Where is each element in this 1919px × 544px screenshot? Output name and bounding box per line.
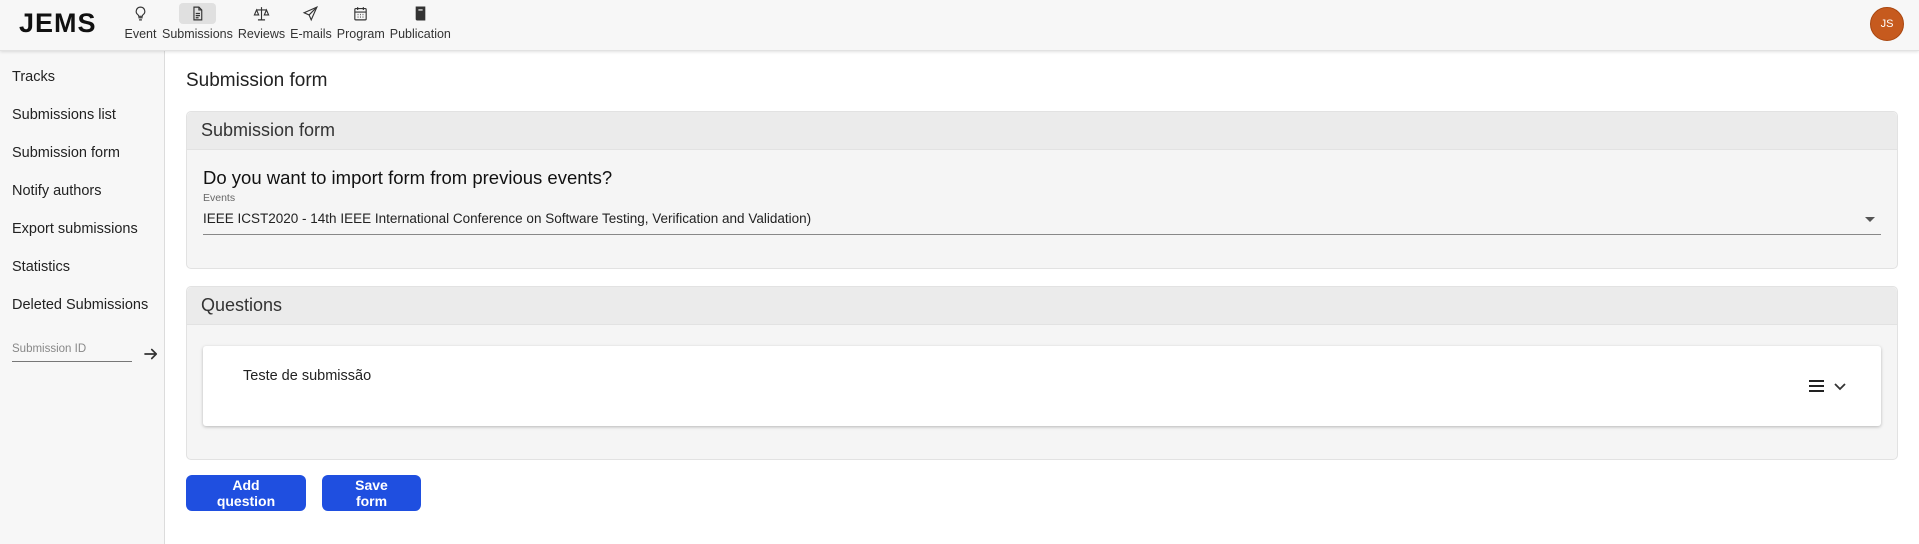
paper-plane-icon [292, 3, 329, 24]
dropdown-arrow-icon [1865, 217, 1875, 222]
sidebar-item-notify-authors[interactable]: Notify authors [12, 183, 101, 199]
card-header: Submission form [187, 112, 1897, 150]
nav-item-program[interactable]: Program [335, 0, 387, 47]
nav-item-event[interactable]: Event [122, 0, 159, 47]
sidebar: Tracks Submissions list Submission form … [0, 51, 165, 544]
sidebar-item-submission-form[interactable]: Submission form [12, 145, 120, 161]
nav-label: E-mails [290, 27, 332, 41]
events-selected-value: IEEE ICST2020 - 14th IEEE International … [203, 211, 812, 226]
user-avatar[interactable]: JS [1870, 7, 1904, 41]
card-header: Questions [187, 287, 1897, 325]
lightbulb-icon [122, 3, 159, 24]
save-form-button[interactable]: Save form [322, 475, 421, 511]
book-icon [402, 3, 439, 24]
page-title: Submission form [186, 70, 328, 91]
question-item[interactable]: Teste de submissão [203, 346, 1881, 426]
sidebar-item-submissions-list[interactable]: Submissions list [12, 107, 116, 123]
calendar-icon [342, 3, 379, 24]
nav-item-reviews[interactable]: Reviews [236, 0, 287, 47]
questions-card: Questions Teste de submissão [186, 286, 1898, 460]
sidebar-item-statistics[interactable]: Statistics [12, 259, 70, 275]
submission-form-card: Submission form Do you want to import fo… [186, 111, 1898, 269]
sidebar-item-export-submissions[interactable]: Export submissions [12, 221, 138, 237]
nav-label: Reviews [237, 27, 286, 41]
arrow-right-icon[interactable] [142, 345, 160, 363]
question-text: Teste de submissão [243, 368, 372, 384]
nav-item-emails[interactable]: E-mails [288, 0, 334, 47]
scales-icon [243, 3, 280, 24]
sidebar-item-deleted-submissions[interactable]: Deleted Submissions [12, 297, 148, 313]
main-nav: Event Submissions Reviews E-mails Progra… [122, 0, 454, 50]
nav-label: Event [124, 27, 157, 41]
chevron-down-icon[interactable] [1833, 381, 1847, 393]
nav-label: Publication [389, 27, 451, 41]
top-bar: JEMS Event Submissions Reviews E-mails P… [0, 0, 1919, 51]
sidebar-item-tracks[interactable]: Tracks [12, 69, 55, 85]
nav-item-publication[interactable]: Publication [388, 0, 453, 47]
submission-id-input[interactable] [12, 343, 130, 355]
submission-id-field [12, 339, 132, 362]
nav-label: Submissions [162, 27, 233, 41]
add-question-button[interactable]: Add question [186, 475, 306, 511]
document-icon [178, 3, 216, 24]
nav-item-submissions[interactable]: Submissions [160, 0, 235, 47]
events-label: Events [203, 192, 236, 204]
import-question: Do you want to import form from previous… [203, 167, 613, 188]
events-select[interactable]: IEEE ICST2020 - 14th IEEE International … [203, 209, 1881, 235]
drag-handle-icon[interactable] [1808, 379, 1825, 393]
app-logo[interactable]: JEMS [19, 8, 97, 39]
nav-label: Program [336, 27, 385, 41]
